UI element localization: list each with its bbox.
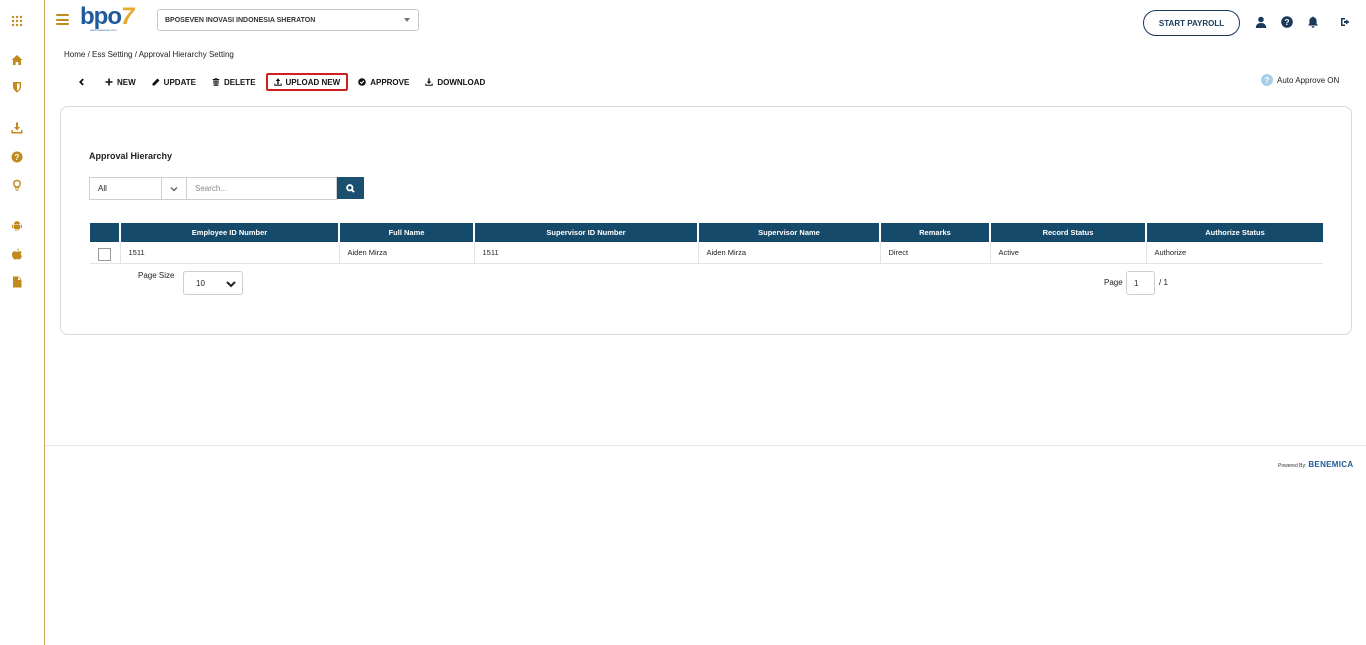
android-icon[interactable]: [11, 220, 23, 232]
chevron-down-icon: [226, 281, 236, 288]
column-header[interactable]: Remarks: [880, 223, 991, 242]
home-icon[interactable]: [11, 54, 23, 66]
search-button[interactable]: [337, 177, 364, 199]
download-button[interactable]: DOWNLOAD: [419, 73, 491, 91]
new-button-label: NEW: [117, 77, 136, 87]
left-sidebar: ?: [0, 0, 45, 645]
svg-text:?: ?: [1284, 17, 1289, 27]
filter-select-value: All: [98, 184, 107, 193]
page-size-label: Page Size: [138, 271, 175, 280]
new-button[interactable]: NEW: [99, 73, 142, 91]
action-toolbar: NEW UPDATE DELETE UPLOAD NEW APPROVE DOW…: [74, 73, 495, 91]
logout-icon[interactable]: [1340, 16, 1352, 28]
file-icon[interactable]: [11, 276, 23, 288]
column-header[interactable]: Authorize Status: [1146, 223, 1323, 242]
upload-icon: [273, 78, 282, 86]
powered-by-label: Powered By:: [1278, 463, 1307, 469]
help-icon[interactable]: ?: [1281, 16, 1293, 28]
table-cell: 1511: [474, 242, 699, 264]
page-number-value: 1: [1134, 278, 1139, 288]
apple-icon[interactable]: [11, 248, 23, 260]
company-select-value: BPOSEVEN INOVASI INDONESIA SHERATON: [165, 16, 316, 24]
lightbulb-icon[interactable]: [11, 179, 23, 191]
page-number-input[interactable]: 1: [1126, 271, 1155, 295]
upload-new-button-label: UPLOAD NEW: [285, 77, 341, 87]
search-input[interactable]: [186, 177, 337, 200]
table-cell: Aiden Mirza: [698, 242, 881, 264]
logo: bpo7 www.bposeven.com: [80, 4, 140, 38]
question-icon: ?: [1261, 74, 1273, 86]
row-checkbox[interactable]: [98, 247, 111, 261]
divider: [161, 178, 162, 199]
column-header[interactable]: Supervisor Name: [698, 223, 881, 242]
download-icon[interactable]: [11, 122, 23, 134]
table-cell: Authorize: [1146, 242, 1323, 264]
auto-approve-label: Auto Approve ON: [1277, 75, 1340, 85]
table-row[interactable]: 1511 Aiden Mirza 1511 Aiden Mirza Direct…: [90, 242, 1323, 264]
update-button-label: UPDATE: [163, 77, 196, 87]
logo-text: bpo: [80, 3, 122, 30]
trash-icon: [212, 78, 220, 86]
apps-icon[interactable]: [11, 15, 23, 27]
delete-button-label: DELETE: [223, 77, 256, 87]
upload-new-button[interactable]: UPLOAD NEW: [265, 73, 349, 91]
download-button-label: DOWNLOAD: [437, 77, 486, 87]
row-select-cell: [90, 242, 121, 264]
card-title: Approval Hierarchy: [89, 151, 173, 161]
pencil-icon: [152, 78, 160, 86]
start-payroll-button[interactable]: START PAYROLL: [1143, 10, 1240, 36]
svg-text:?: ?: [15, 153, 20, 162]
page-label: Page: [1104, 278, 1123, 287]
page-total: / 1: [1159, 278, 1168, 287]
approval-hierarchy-card: Approval Hierarchy All Employee ID Numbe…: [60, 106, 1352, 335]
column-header[interactable]: Supervisor ID Number: [474, 223, 699, 242]
powered-by: Powered By: BENEMICA: [1278, 460, 1353, 469]
breadcrumb: Home / Ess Setting / Approval Hierarchy …: [64, 50, 234, 59]
search-icon: [346, 183, 355, 193]
company-select[interactable]: BPOSEVEN INOVASI INDONESIA SHERATON: [157, 9, 419, 31]
chevron-down-icon: [170, 186, 178, 192]
page-size-value: 10: [196, 278, 205, 288]
approve-button[interactable]: APPROVE: [352, 73, 415, 91]
table-cell: Direct: [880, 242, 991, 264]
column-header[interactable]: Record Status: [990, 223, 1147, 242]
menu-toggle-icon[interactable]: [56, 14, 69, 25]
user-icon[interactable]: [1255, 16, 1267, 28]
table-header-row: Employee ID Number Full Name Supervisor …: [90, 223, 1323, 242]
back-button[interactable]: [74, 73, 91, 91]
page-size-select[interactable]: 10: [183, 271, 243, 295]
select-all-header: [90, 223, 121, 242]
logo-seven: 7: [120, 3, 134, 30]
plus-icon: [105, 78, 113, 86]
help-icon[interactable]: ?: [11, 151, 23, 163]
benemica-logo[interactable]: BENEMICA: [1308, 460, 1353, 469]
chevron-left-icon: [79, 78, 84, 86]
footer-divider: [45, 445, 1366, 446]
approval-hierarchy-table: Employee ID Number Full Name Supervisor …: [90, 223, 1323, 264]
auto-approve-toggle[interactable]: ? Auto Approve ON: [1261, 74, 1339, 86]
download-icon: [425, 78, 434, 86]
filter-select[interactable]: All: [89, 177, 187, 200]
check-circle-icon: [358, 78, 367, 86]
approve-button-label: APPROVE: [370, 77, 410, 87]
delete-button[interactable]: DELETE: [206, 73, 262, 91]
column-header[interactable]: Employee ID Number: [120, 223, 340, 242]
column-header[interactable]: Full Name: [339, 223, 475, 242]
shield-icon[interactable]: [11, 81, 23, 93]
table-cell: Aiden Mirza: [339, 242, 475, 264]
table-cell: 1511: [120, 242, 340, 264]
bell-icon[interactable]: [1307, 16, 1319, 28]
table-cell: Active: [990, 242, 1147, 264]
update-button[interactable]: UPDATE: [146, 73, 202, 91]
caret-down-icon: [404, 18, 410, 22]
